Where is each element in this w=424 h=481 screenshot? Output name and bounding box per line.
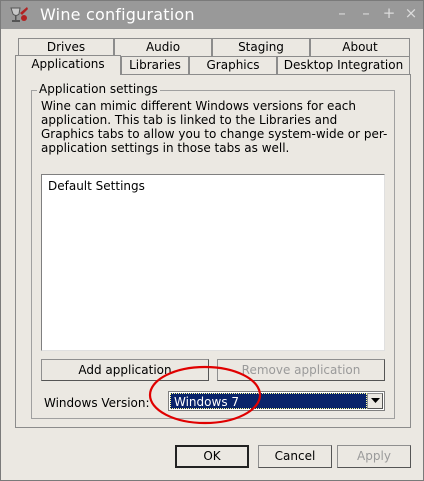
maximize-button[interactable]: + (379, 4, 399, 24)
windows-version-select[interactable]: Windows 7 (168, 391, 385, 411)
tab-applications[interactable]: Applications (15, 55, 121, 75)
tab-desktop-integration[interactable]: Desktop Integration (277, 56, 410, 75)
collapse-button[interactable]: – (332, 4, 352, 24)
description-text: Wine can mimic different Windows version… (41, 99, 388, 155)
application-list[interactable]: Default Settings (41, 174, 385, 351)
list-item-default-settings[interactable]: Default Settings (48, 179, 145, 193)
remove-application-button[interactable]: Remove application (217, 359, 385, 381)
dropdown-arrow-icon[interactable] (367, 393, 383, 409)
tab-staging[interactable]: Staging (212, 38, 310, 57)
tab-about[interactable]: About (310, 38, 410, 57)
tab-libraries[interactable]: Libraries (121, 56, 189, 75)
add-application-button[interactable]: Add application (41, 359, 209, 381)
windows-version-label: Windows Version: (44, 396, 150, 410)
tab-audio[interactable]: Audio (114, 38, 212, 57)
cancel-button[interactable]: Cancel (258, 445, 332, 468)
titlebar[interactable]: Wine configuration – – + × (1, 1, 423, 29)
close-button[interactable]: × (401, 4, 421, 24)
group-legend: Application settings (37, 82, 160, 96)
tab-graphics[interactable]: Graphics (189, 56, 277, 75)
wine-configuration-window: Wine configuration – – + × Drives Audio … (0, 0, 424, 481)
apply-button[interactable]: Apply (337, 445, 411, 468)
windows-version-value: Windows 7 (170, 393, 367, 409)
minimize-button[interactable]: – (356, 4, 376, 24)
ok-button[interactable]: OK (175, 445, 249, 468)
wine-glass-icon (8, 5, 30, 25)
window-title: Wine configuration (40, 5, 195, 24)
